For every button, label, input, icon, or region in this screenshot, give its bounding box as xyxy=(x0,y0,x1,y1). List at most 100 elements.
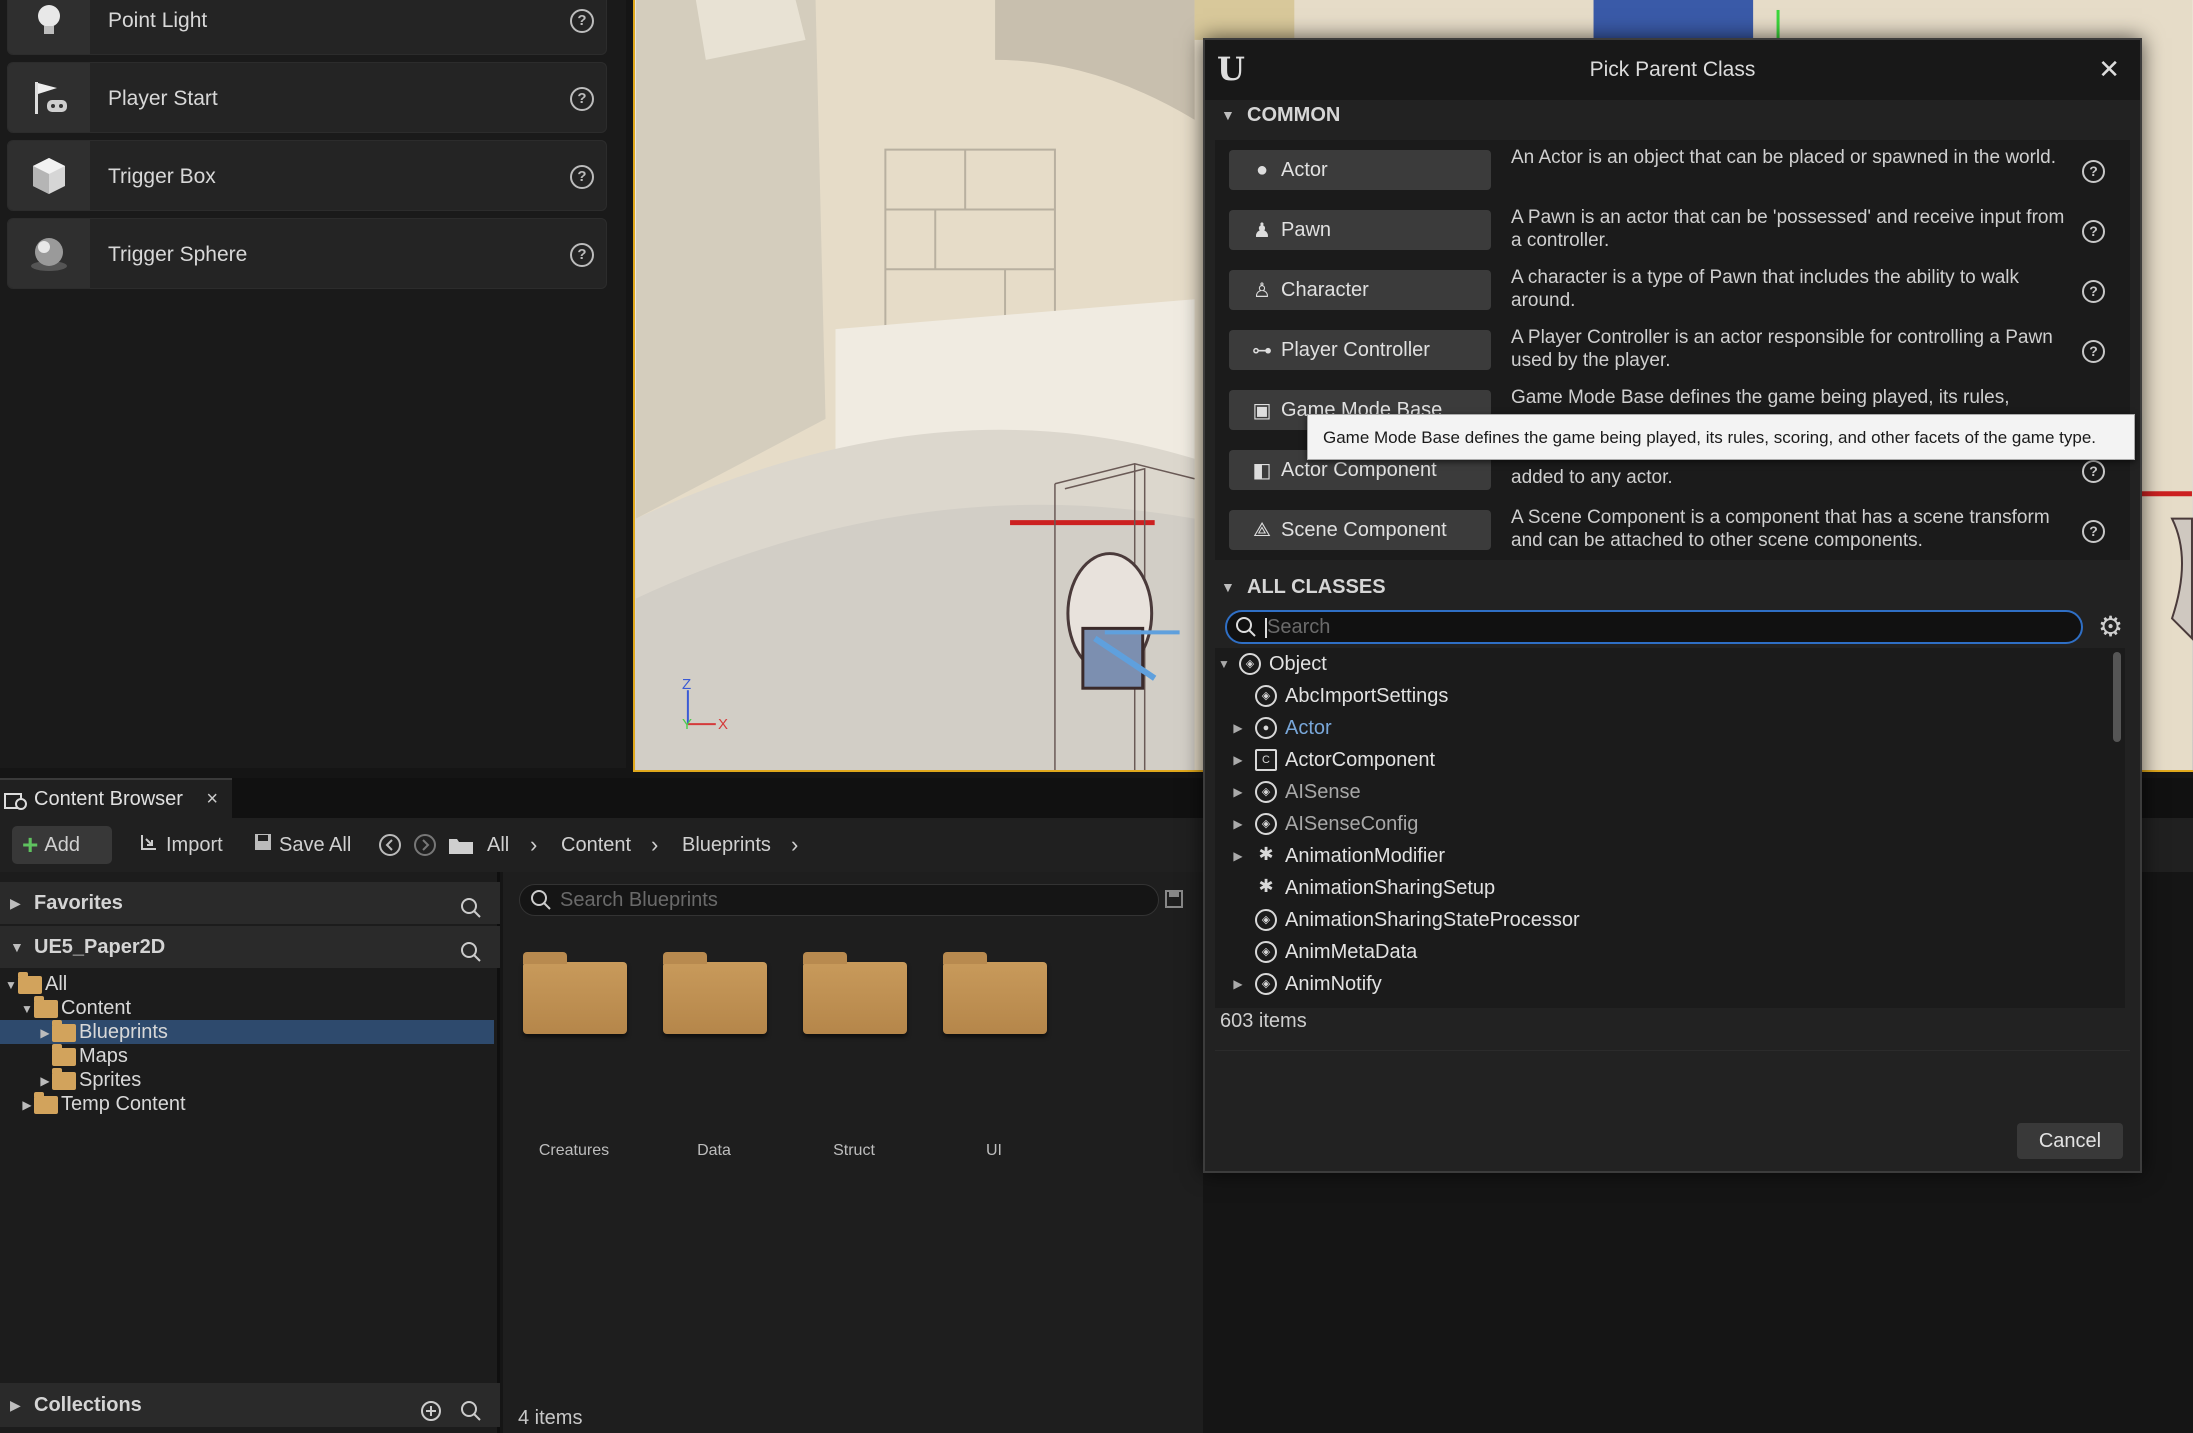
breadcrumb-chevron-icon[interactable]: › xyxy=(791,826,798,864)
help-icon[interactable]: ? xyxy=(2082,280,2105,303)
player-start-icon xyxy=(8,63,90,132)
scrollbar[interactable] xyxy=(2113,652,2121,742)
class-row[interactable]: ▶ ◈ AISense xyxy=(1215,776,2105,808)
favorites-header[interactable]: ▶ Favorites xyxy=(0,882,500,924)
folder-tile-data[interactable]: Data xyxy=(659,952,769,1159)
folder-name: Struct xyxy=(833,1142,875,1159)
class-search-input[interactable]: Search xyxy=(1225,610,2083,644)
tab-content-browser[interactable]: Content Browser × xyxy=(0,778,232,818)
class-name: AbcImportSettings xyxy=(1285,685,1449,707)
tree-item-content[interactable]: ▼ Content xyxy=(0,995,494,1020)
folder-tile-struct[interactable]: Struct xyxy=(799,952,909,1159)
collapse-arrow-icon: ▼ xyxy=(1221,579,1235,595)
button-label: Scene Component xyxy=(1281,518,1447,541)
all-classes-header[interactable]: ▼ ALL CLASSES xyxy=(1205,568,2140,606)
place-item-label: Player Start xyxy=(108,87,218,110)
folder-nav-icon[interactable] xyxy=(448,826,474,864)
class-row[interactable]: ▶ ● Actor xyxy=(1215,712,2105,744)
axis-x-label: X xyxy=(718,716,729,733)
class-description: An Actor is an object that can be placed… xyxy=(1511,147,2056,168)
place-item-point-light[interactable]: Point Light ? xyxy=(7,0,607,55)
tree-item-maps[interactable]: Maps xyxy=(0,1043,494,1068)
add-collection-icon[interactable] xyxy=(420,1394,442,1433)
class-row-object[interactable]: ▼ ◈ Object xyxy=(1215,648,2105,680)
search-icon[interactable] xyxy=(460,1394,482,1433)
collections-header[interactable]: ▶ Collections xyxy=(0,1383,500,1427)
expand-arrow-icon: ▶ xyxy=(1233,721,1243,735)
gear-icon[interactable]: ⚙ xyxy=(2098,610,2123,643)
collapse-arrow-icon: ▼ xyxy=(5,977,17,992)
search-blueprints-input[interactable]: Search Blueprints xyxy=(519,884,1159,916)
tooltip: Game Mode Base defines the game being pl… xyxy=(1307,414,2135,460)
common-header[interactable]: ▼ COMMON xyxy=(1205,96,2140,134)
save-icon xyxy=(253,832,273,858)
close-tab-icon[interactable]: × xyxy=(206,788,218,811)
place-item-player-start[interactable]: Player Start ? xyxy=(7,62,607,133)
class-name: AnimationSharingStateProcessor xyxy=(1285,909,1580,931)
help-icon[interactable]: ? xyxy=(570,165,594,189)
cancel-button[interactable]: Cancel xyxy=(2017,1123,2123,1159)
project-header[interactable]: ▼ UE5_Paper2D xyxy=(0,926,500,968)
actor-button[interactable]: ● Actor xyxy=(1229,150,1491,190)
class-row[interactable]: ✱ AnimationSharingSetup xyxy=(1215,872,2105,904)
help-icon[interactable]: ? xyxy=(2082,160,2105,183)
class-row[interactable]: ◈ AnimMetaData xyxy=(1215,936,2105,968)
breadcrumb-content[interactable]: Content xyxy=(561,826,631,864)
class-row[interactable]: ▶ ✱ AnimationModifier xyxy=(1215,840,2105,872)
dialog-titlebar[interactable]: U Pick Parent Class ✕ xyxy=(1205,40,2140,100)
class-name: AISense xyxy=(1285,781,1361,803)
tree-item-sprites[interactable]: ▶ Sprites xyxy=(0,1067,494,1092)
folder-tile-creatures[interactable]: Creatures xyxy=(519,952,629,1159)
help-icon[interactable]: ? xyxy=(2082,460,2105,483)
class-description: added to any actor. xyxy=(1511,467,1673,488)
component-icon: ◧ xyxy=(1252,459,1272,482)
class-row[interactable]: ▶ C ActorComponent xyxy=(1215,744,2105,776)
content-browser-icon xyxy=(4,790,28,817)
button-label: Actor xyxy=(1281,158,1328,181)
breadcrumb-chevron-icon[interactable]: › xyxy=(530,826,537,864)
help-icon[interactable]: ? xyxy=(2082,340,2105,363)
help-icon[interactable]: ? xyxy=(570,87,594,111)
class-row[interactable]: ◈ AbcImportSettings xyxy=(1215,680,2105,712)
player-controller-button[interactable]: ⊶ Player Controller xyxy=(1229,330,1491,370)
pawn-button[interactable]: ♟ Pawn xyxy=(1229,210,1491,250)
help-icon[interactable]: ? xyxy=(2082,520,2105,543)
axis-z-label: Z xyxy=(682,676,692,693)
class-row[interactable]: ◈ AnimationSharingStateProcessor xyxy=(1215,904,2105,936)
help-icon[interactable]: ? xyxy=(2082,220,2105,243)
place-item-trigger-sphere[interactable]: Trigger Sphere ? xyxy=(7,218,607,289)
folder-open-icon xyxy=(18,971,42,994)
add-button[interactable]: + Add xyxy=(12,826,112,864)
close-icon[interactable]: ✕ xyxy=(2098,54,2120,85)
help-icon[interactable]: ? xyxy=(570,243,594,267)
breadcrumb-chevron-icon[interactable]: › xyxy=(651,826,658,864)
folder-icon xyxy=(52,1043,76,1066)
class-name: AISenseConfig xyxy=(1285,813,1419,835)
place-item-trigger-box[interactable]: Trigger Box ? xyxy=(7,140,607,211)
object-class-icon: ◈ xyxy=(1255,781,1277,803)
tree-item-blueprints[interactable]: ▶ Blueprints xyxy=(0,1019,494,1044)
import-button[interactable]: Import xyxy=(138,826,223,864)
collapse-arrow-icon: ▼ xyxy=(21,1001,33,1016)
class-row[interactable]: ▶ ◈ AnimNotify xyxy=(1215,968,2105,1000)
tree-item-temp-content[interactable]: ▶ Temp Content xyxy=(0,1091,494,1116)
save-all-button[interactable]: Save All xyxy=(253,826,351,864)
axis-y-label: Y xyxy=(682,716,693,733)
breadcrumb-blueprints[interactable]: Blueprints xyxy=(682,826,771,864)
collections-label: Collections xyxy=(34,1394,142,1416)
collapse-arrow-icon: ▼ xyxy=(10,939,24,955)
common-row-scene-component: ⟁ Scene Component A Scene Component is a … xyxy=(1215,500,2130,560)
character-button[interactable]: ♙ Character xyxy=(1229,270,1491,310)
class-row[interactable]: ▶ ◈ AISenseConfig xyxy=(1215,808,2105,840)
back-icon[interactable] xyxy=(378,826,402,864)
folder-tile-ui[interactable]: UI xyxy=(939,952,1049,1159)
help-icon[interactable]: ? xyxy=(570,9,594,33)
save-search-icon[interactable] xyxy=(1165,890,1183,913)
scene-component-button[interactable]: ⟁ Scene Component xyxy=(1229,510,1491,550)
search-placeholder: Search xyxy=(1267,616,1331,638)
forward-icon[interactable] xyxy=(413,826,437,864)
breadcrumb-all[interactable]: All xyxy=(487,826,509,864)
tab-label: Content Browser xyxy=(34,787,183,810)
tree-item-all[interactable]: ▼ All xyxy=(0,971,494,996)
collapse-arrow-icon: ▼ xyxy=(1221,107,1235,123)
